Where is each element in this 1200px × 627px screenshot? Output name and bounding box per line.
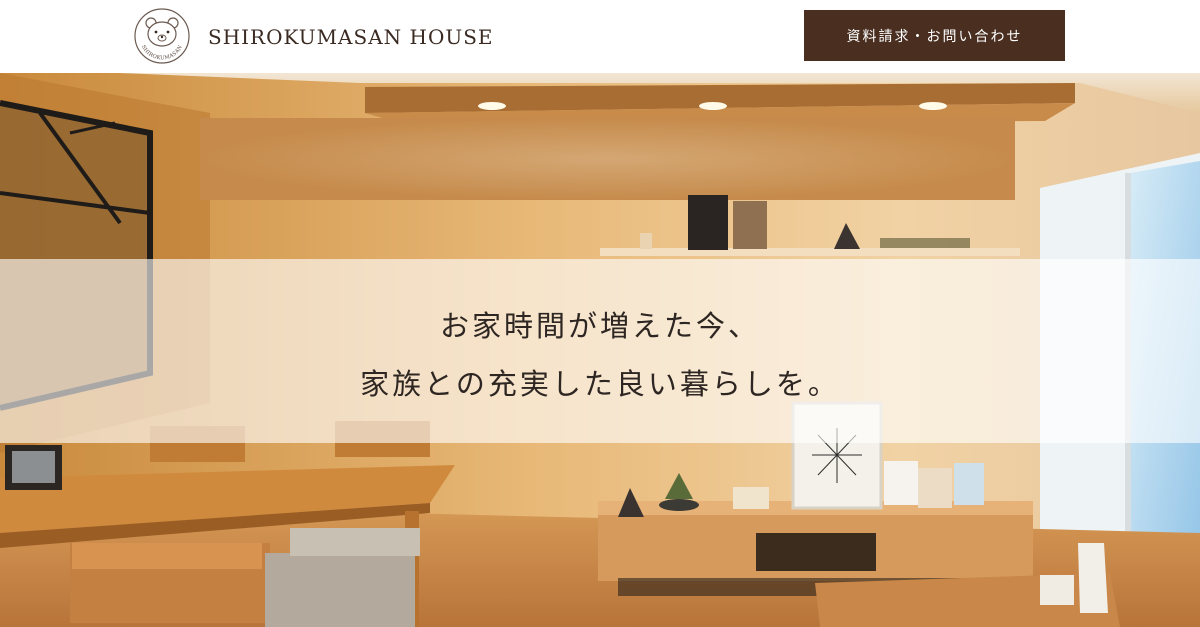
logo-text[interactable]: SHIROKUMASAN HOUSE: [208, 24, 494, 50]
contact-request-button[interactable]: 資料請求・お問い合わせ: [804, 10, 1065, 61]
catch-copy-band: [0, 259, 1200, 443]
catch-copy-line-2: 家族との充実した良い暮らしを。: [360, 367, 840, 401]
logo[interactable]: SHIROKUMASAN HOUSE: [130, 2, 192, 66]
polar-bear-icon: SHIROKUMASAN HOUSE: [130, 2, 190, 64]
hero-section: [0, 73, 1200, 627]
catch-copy-line-1: お家時間が増えた今、: [439, 309, 760, 343]
site-header: SHIROKUMASAN HOUSE SHIROKUMASAN HOUSE 資料…: [0, 0, 1200, 73]
